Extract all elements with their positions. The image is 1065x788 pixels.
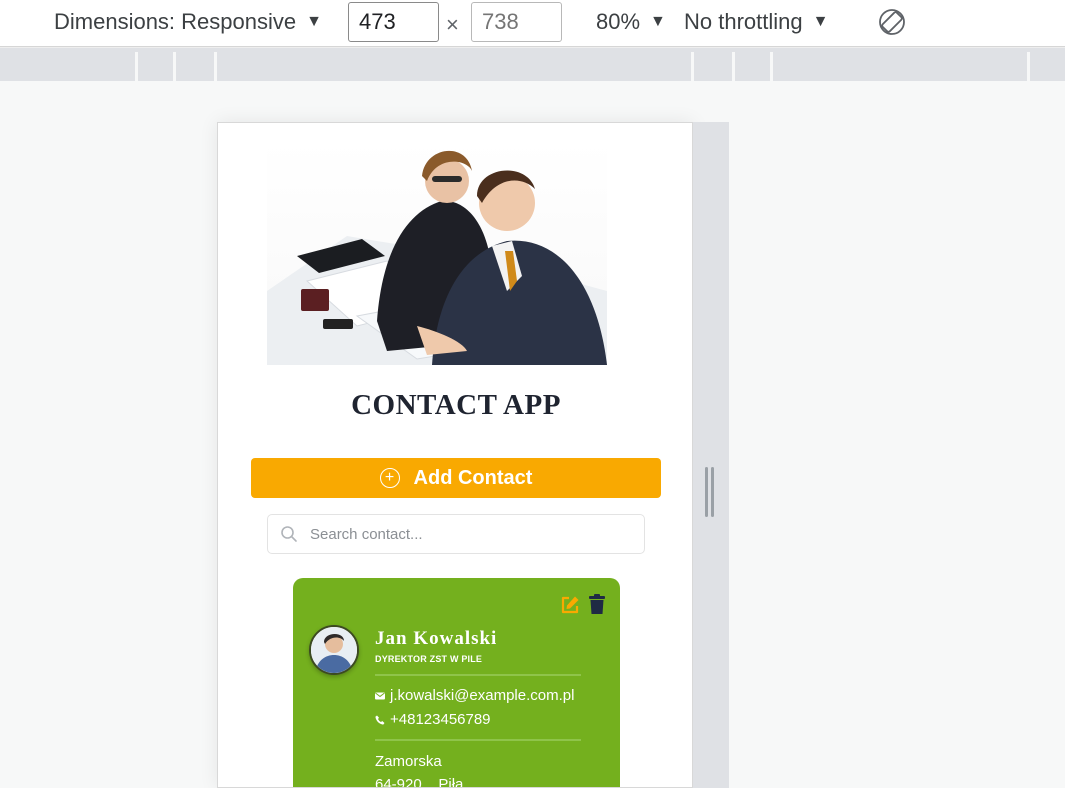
contact-street: Zamorska <box>375 753 442 770</box>
hero-image <box>267 141 607 365</box>
contact-email[interactable]: j.kowalski@example.com.pl <box>390 687 574 704</box>
times-symbol: × <box>446 12 459 37</box>
resize-handle-area <box>693 122 729 788</box>
device-toolbar: Dimensions: Responsive ▼ × 80% ▼ No thro… <box>0 0 1065 47</box>
caret-down-icon: ▼ <box>650 13 666 30</box>
page-title: CONTACT APP <box>351 389 561 421</box>
dimensions-label: Dimensions: Responsive <box>54 9 297 34</box>
width-input[interactable] <box>348 2 439 42</box>
phone-icon <box>375 715 385 725</box>
device-viewport: CONTACT APP + Add Contact Search contact… <box>217 122 693 788</box>
height-input[interactable] <box>471 2 562 42</box>
phone-row: +48123456789 <box>375 711 491 728</box>
resize-grip[interactable] <box>705 467 708 517</box>
contact-role: DYREKTOR ZST W PILE <box>375 654 483 664</box>
rotate-icon[interactable] <box>878 8 906 36</box>
card-actions <box>560 594 606 615</box>
search-box <box>267 514 645 554</box>
contact-card: Jan Kowalski DYREKTOR ZST W PILE j.kowal… <box>293 578 620 788</box>
dimensions-dropdown[interactable]: Dimensions: Responsive ▼ <box>54 9 322 35</box>
contact-city: 64-920 Piła <box>375 776 464 788</box>
zoom-label: 80% <box>596 9 641 34</box>
edit-icon[interactable] <box>560 595 580 615</box>
contact-name: Jan Kowalski <box>375 628 498 649</box>
throttling-label: No throttling <box>684 9 803 34</box>
email-row: j.kowalski@example.com.pl <box>375 687 574 704</box>
plus-circle-icon: + <box>379 468 400 488</box>
contact-phone[interactable]: +48123456789 <box>390 711 491 728</box>
divider <box>375 674 581 676</box>
add-contact-label: Add Contact <box>413 466 533 489</box>
search-icon <box>281 526 297 542</box>
caret-down-icon: ▼ <box>812 13 829 30</box>
zoom-dropdown[interactable]: 80% ▼ <box>596 9 666 35</box>
throttling-dropdown[interactable]: No throttling ▼ <box>684 9 828 35</box>
media-query-bar[interactable] <box>0 47 1065 82</box>
add-contact-button[interactable]: + Add Contact <box>251 458 661 498</box>
avatar <box>309 625 359 675</box>
caret-down-icon: ▼ <box>306 13 322 30</box>
resize-grip[interactable] <box>711 467 714 517</box>
search-input[interactable] <box>310 525 630 543</box>
trash-icon[interactable] <box>588 594 606 615</box>
divider <box>375 739 581 741</box>
mail-icon <box>375 692 385 699</box>
